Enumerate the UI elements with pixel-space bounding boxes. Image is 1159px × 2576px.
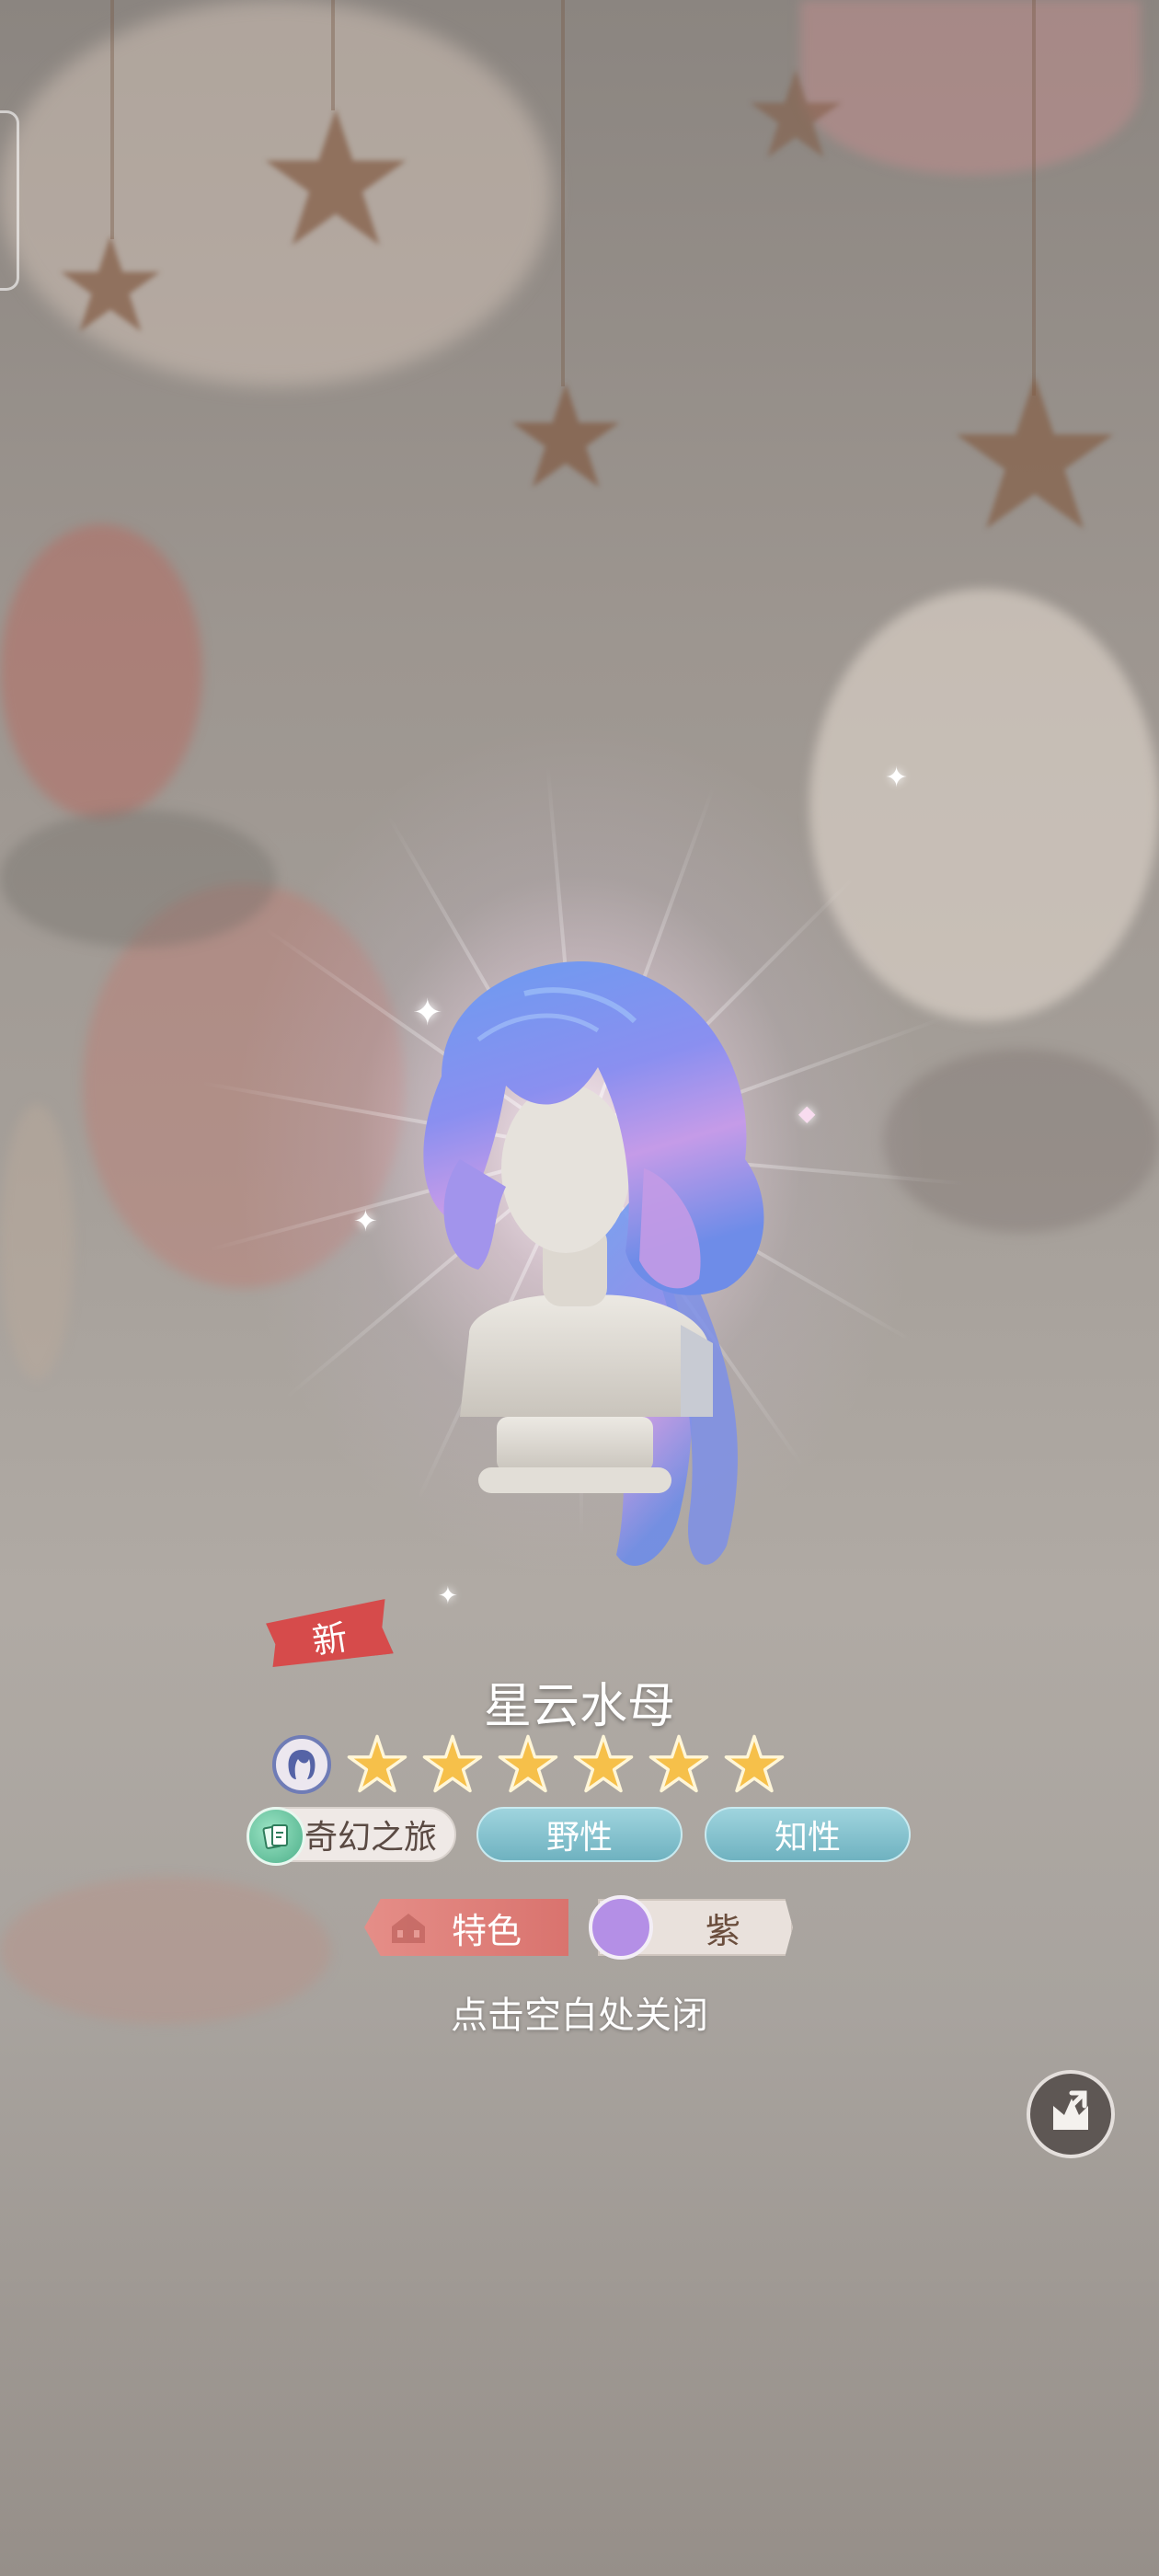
star-icon [347, 1734, 407, 1793]
style-tag-wild[interactable]: 野性 [476, 1807, 683, 1862]
rarity-row [272, 1728, 786, 1801]
hair-type-icon [272, 1735, 331, 1794]
style-tag-intellectual[interactable]: 知性 [705, 1807, 911, 1862]
style-tag-label: 知性 [774, 1819, 841, 1857]
star-icon [498, 1734, 558, 1793]
new-badge: 新 [265, 1599, 394, 1673]
style-tag-label: 野性 [545, 1819, 613, 1857]
share-button[interactable] [1027, 2070, 1115, 2158]
tags-row: 奇幻之旅 野性 知性 [0, 1807, 1159, 1866]
share-icon [1053, 2090, 1088, 2130]
sparkle-icon: ✦ [353, 1203, 378, 1238]
star-icon [573, 1734, 634, 1793]
star-icon [724, 1734, 785, 1793]
source-tag[interactable]: 奇幻之旅 [247, 1807, 456, 1866]
feature-tag-label: 特色 [451, 1910, 522, 1951]
hair-item-preview [423, 961, 764, 1566]
item-name: 星云水母 [483, 1679, 675, 1734]
feature-tag: 特色 [364, 1899, 568, 1956]
star-icon [422, 1734, 483, 1793]
color-tag-label: 紫 [705, 1910, 740, 1951]
rarity-stars [346, 1733, 786, 1796]
color-swatch [589, 1895, 653, 1960]
cards-icon [247, 1807, 305, 1866]
star-icon [648, 1734, 709, 1793]
sparkle-icon: ✦ [885, 762, 909, 794]
source-tag-label: 奇幻之旅 [304, 1819, 437, 1857]
building-icon [392, 1914, 425, 1943]
close-hint: 点击空白处关闭 [451, 1995, 708, 2037]
